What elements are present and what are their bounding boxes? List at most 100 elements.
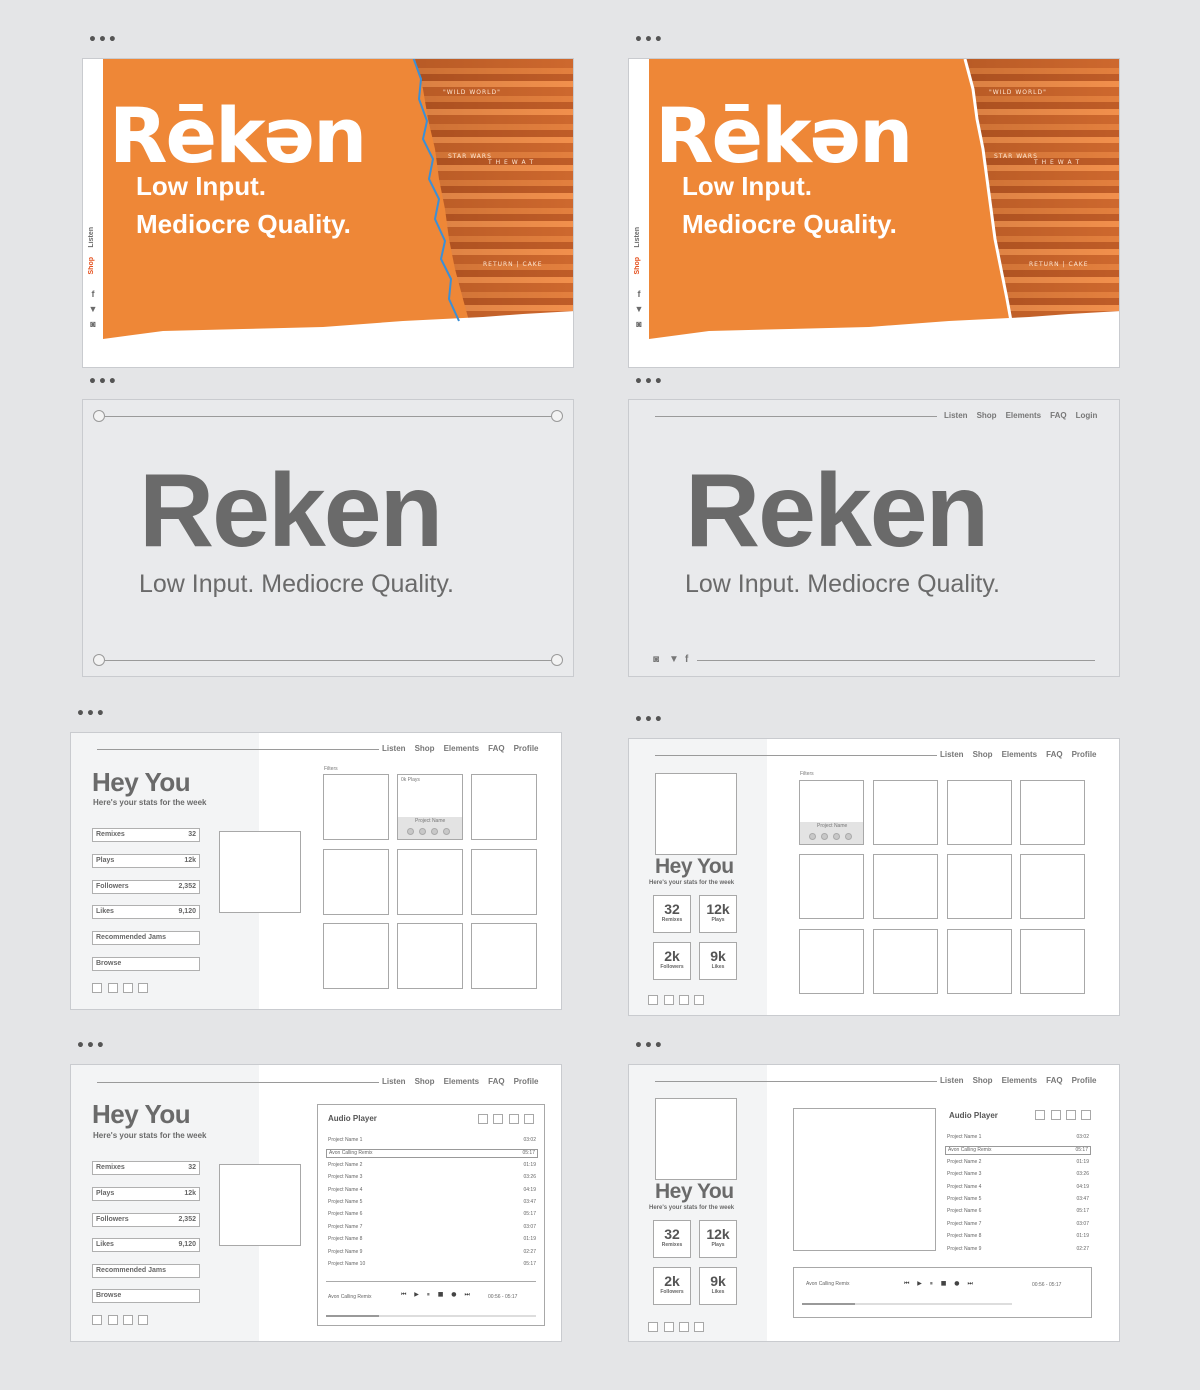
nav-shop[interactable]: Shop (415, 1077, 435, 1086)
twitter-icon[interactable]: ▼ (669, 654, 679, 665)
stat-remixes[interactable]: Remixes 32 (92, 1161, 200, 1175)
social-placeholder[interactable] (694, 1322, 704, 1332)
browse-button[interactable]: Browse (92, 1289, 200, 1303)
project-tile[interactable] (1020, 780, 1085, 845)
playback-controls[interactable]: ⏮ ▶ ⏸ ■ ● ⏭ (401, 1291, 473, 1299)
stat-card-remixes[interactable]: 32 Remixes (653, 895, 691, 933)
player-option[interactable] (1035, 1110, 1045, 1120)
artboard-menu-icon[interactable]: ••• (634, 33, 664, 47)
social-placeholder[interactable] (138, 983, 148, 993)
project-tile[interactable] (323, 923, 389, 989)
player-option[interactable] (478, 1114, 488, 1124)
recommended-jams-button[interactable]: Recommended Jams (92, 931, 200, 945)
facebook-icon[interactable]: f (685, 654, 688, 665)
like-icon[interactable] (845, 833, 852, 840)
nav-shop[interactable]: Shop (977, 411, 997, 420)
social-placeholder[interactable] (694, 995, 704, 1005)
player-option[interactable] (524, 1114, 534, 1124)
track-row[interactable]: Project Name 10 05:17 (326, 1261, 538, 1270)
track-row[interactable]: Project Name 8 01:19 (945, 1233, 1091, 1242)
handle-circle[interactable] (551, 654, 563, 666)
nav-faq[interactable]: FAQ (1046, 750, 1062, 759)
nav-faq[interactable]: FAQ (1046, 1076, 1062, 1085)
nav-login[interactable]: Login (1076, 411, 1098, 420)
project-tile[interactable] (799, 929, 864, 994)
playback-controls[interactable]: ⏮ ▶ ⏸ ■ ● ⏭ (904, 1280, 976, 1288)
social-placeholder[interactable] (138, 1315, 148, 1325)
player-option[interactable] (493, 1114, 503, 1124)
nav-faq[interactable]: FAQ (1050, 411, 1066, 420)
instagram-icon[interactable]: ◙ (653, 654, 659, 665)
social-placeholder[interactable] (679, 995, 689, 1005)
project-tile-hover[interactable]: Project Name (799, 780, 864, 845)
nav-profile[interactable]: Profile (1072, 750, 1097, 759)
social-placeholder[interactable] (664, 1322, 674, 1332)
stat-plays[interactable]: Plays 12k (92, 1187, 200, 1201)
social-placeholder[interactable] (664, 995, 674, 1005)
nav-listen[interactable]: Listen (940, 750, 964, 759)
handle-circle[interactable] (551, 410, 563, 422)
social-placeholder[interactable] (108, 1315, 118, 1325)
project-tile[interactable] (947, 854, 1012, 919)
stat-followers[interactable]: Followers 2,352 (92, 1213, 200, 1227)
project-tile[interactable] (873, 780, 938, 845)
social-placeholder[interactable] (92, 1315, 102, 1325)
progress-bar[interactable] (326, 1315, 536, 1317)
nav-faq[interactable]: FAQ (488, 744, 504, 753)
nav-elements[interactable]: Elements (1002, 750, 1038, 759)
player-option[interactable] (1051, 1110, 1061, 1120)
artboard-menu-icon[interactable]: ••• (634, 375, 664, 389)
social-placeholder[interactable] (123, 1315, 133, 1325)
project-tile[interactable] (947, 929, 1012, 994)
share-icon[interactable] (431, 828, 438, 835)
stat-card-plays[interactable]: 12k Plays (699, 895, 737, 933)
track-row[interactable]: Project Name 9 02:27 (326, 1249, 538, 1258)
track-row[interactable]: Project Name 8 01:19 (326, 1236, 538, 1245)
nav-listen[interactable]: Listen (382, 744, 406, 753)
player-option[interactable] (509, 1114, 519, 1124)
player-option[interactable] (1066, 1110, 1076, 1120)
browse-button[interactable]: Browse (92, 957, 200, 971)
artboard-menu-icon[interactable]: ••• (76, 1039, 106, 1053)
track-row[interactable]: Project Name 9 02:27 (945, 1246, 1091, 1255)
stat-card-likes[interactable]: 9k Likes (699, 1267, 737, 1305)
nav-elements[interactable]: Elements (444, 1077, 480, 1086)
stat-followers[interactable]: Followers 2,352 (92, 880, 200, 894)
nav-shop[interactable]: Shop (973, 750, 993, 759)
track-row[interactable]: Project Name 6 05:17 (945, 1208, 1091, 1217)
track-row[interactable]: Project Name 5 03:47 (326, 1199, 538, 1208)
track-row[interactable]: Project Name 6 05:17 (326, 1211, 538, 1220)
stat-card-likes[interactable]: 9k Likes (699, 942, 737, 980)
track-row[interactable]: Project Name 7 03:07 (945, 1221, 1091, 1230)
project-tile[interactable] (947, 780, 1012, 845)
project-tile[interactable] (323, 774, 389, 840)
like-icon[interactable] (443, 828, 450, 835)
nav-shop[interactable]: Shop (973, 1076, 993, 1085)
nav-listen[interactable]: Listen (940, 1076, 964, 1085)
project-tile[interactable] (1020, 854, 1085, 919)
share-icon[interactable] (833, 833, 840, 840)
artboard-menu-icon[interactable]: ••• (634, 713, 664, 727)
artboard-menu-icon[interactable]: ••• (634, 1039, 664, 1053)
filters-label[interactable]: Filters (800, 771, 814, 777)
remix-icon[interactable] (821, 833, 828, 840)
nav-profile[interactable]: Profile (1072, 1076, 1097, 1085)
nav-elements[interactable]: Elements (444, 744, 480, 753)
track-row-selected[interactable]: Avon Calling Remix 05:17 (945, 1146, 1091, 1156)
nav-shop[interactable]: Shop (415, 744, 435, 753)
project-tile-hover[interactable]: 0k Plays Project Name (397, 774, 463, 840)
stat-card-plays[interactable]: 12k Plays (699, 1220, 737, 1258)
nav-elements[interactable]: Elements (1002, 1076, 1038, 1085)
nav-listen[interactable]: Listen (382, 1077, 406, 1086)
social-placeholder[interactable] (679, 1322, 689, 1332)
track-row[interactable]: Project Name 1 03:02 (326, 1137, 538, 1146)
track-row[interactable]: Project Name 5 03:47 (945, 1196, 1091, 1205)
nav-faq[interactable]: FAQ (488, 1077, 504, 1086)
track-row[interactable]: Project Name 4 04:19 (326, 1187, 538, 1196)
project-tile[interactable] (471, 774, 537, 840)
artboard-menu-icon[interactable]: ••• (76, 707, 106, 721)
nav-profile[interactable]: Profile (514, 744, 539, 753)
track-row[interactable]: Project Name 2 01:19 (326, 1162, 538, 1171)
track-row[interactable]: Project Name 3 03:26 (326, 1174, 538, 1183)
view-icon[interactable] (407, 828, 414, 835)
